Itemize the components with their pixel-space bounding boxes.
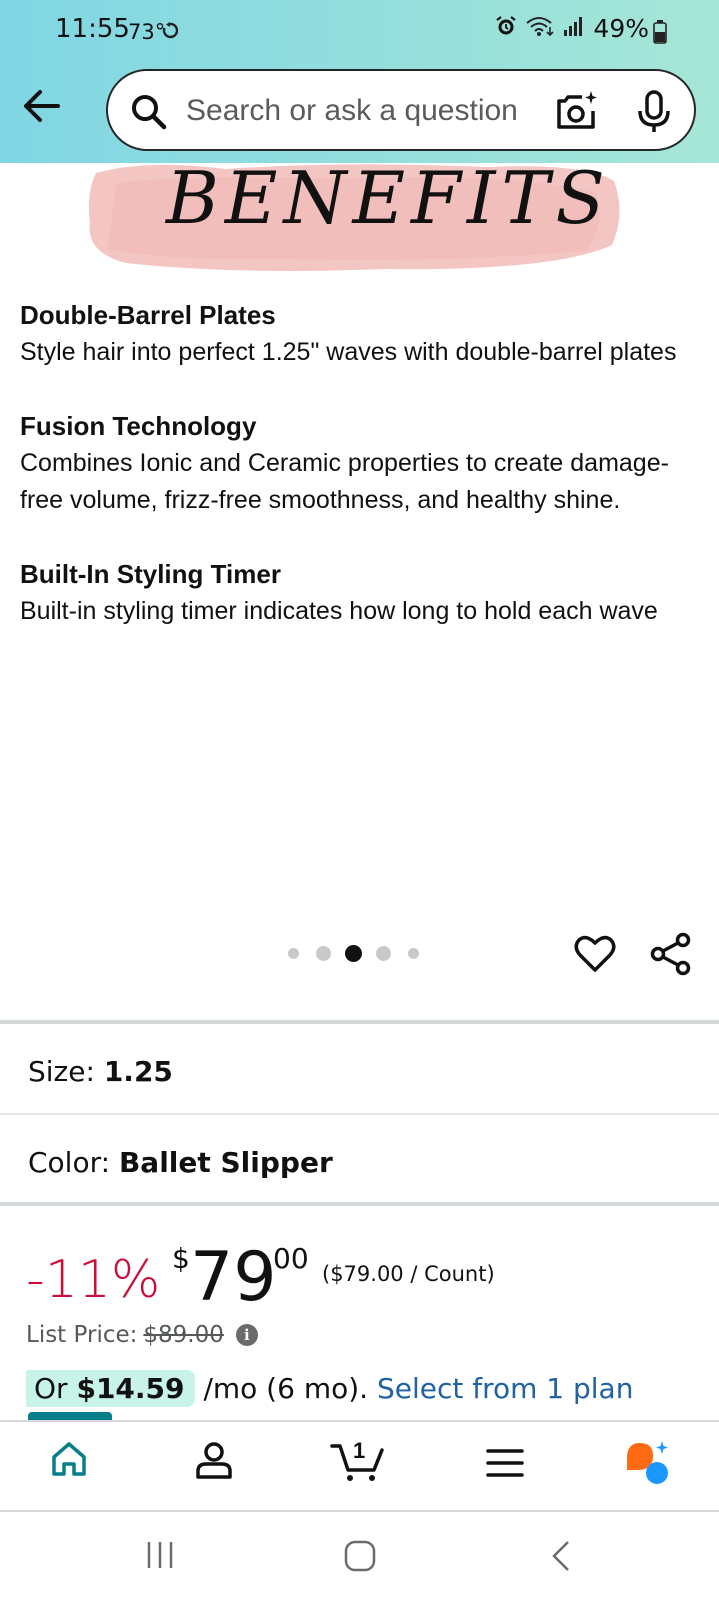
price-cents: 00 (273, 1242, 309, 1275)
discount-percent: -11% (26, 1250, 161, 1310)
carousel-dot[interactable] (316, 946, 331, 961)
color-selector[interactable]: Color: Ballet Slipper (28, 1146, 333, 1179)
payment-plan: Or $14.59 /mo (6 mo). Select from 1 plan (26, 1370, 634, 1407)
price-whole: 79 (190, 1238, 277, 1317)
menu-icon[interactable] (486, 1448, 524, 1483)
camera-search-icon[interactable] (554, 89, 600, 140)
home-icon[interactable] (50, 1440, 88, 1483)
recent-apps-icon[interactable] (145, 1540, 175, 1575)
search-input[interactable] (186, 91, 546, 131)
back-button[interactable] (18, 86, 66, 126)
divider (0, 1113, 719, 1115)
status-temperature: 73° (128, 20, 166, 44)
size-value: 1.25 (103, 1055, 173, 1088)
nav-active-indicator (28, 1412, 112, 1420)
rufus-ai-icon[interactable] (624, 1440, 672, 1491)
feature-title: Built-In Styling Timer (20, 559, 281, 589)
carousel-dot-active[interactable] (345, 945, 362, 962)
divider (0, 1020, 719, 1024)
list-price-label: List Price: (26, 1322, 138, 1348)
app-header: 11:55 73° 49% (0, 0, 719, 163)
search-icon (130, 93, 168, 136)
battery-percent: 49% (593, 14, 649, 43)
alarm-icon (495, 15, 517, 42)
feature-title: Fusion Technology (20, 411, 257, 441)
feature-section: Double-Barrel Plates Style hair into per… (20, 296, 710, 371)
color-label: Color: (28, 1146, 111, 1179)
product-description: Double-Barrel Plates Style hair into per… (20, 296, 710, 666)
image-carousel-indicator[interactable] (288, 944, 428, 964)
feature-body: Built-in styling timer indicates how lon… (20, 597, 658, 625)
share-icon[interactable] (650, 932, 692, 981)
price-currency: $ (172, 1242, 190, 1275)
size-label: Size: (28, 1055, 95, 1088)
carousel-dot[interactable] (288, 948, 299, 959)
carousel-dot[interactable] (408, 948, 419, 959)
list-price: List Price: $89.00 i (26, 1322, 258, 1348)
account-icon[interactable] (194, 1440, 234, 1485)
microphone-icon[interactable] (634, 89, 674, 140)
list-price-value: $89.00 (143, 1322, 224, 1348)
sync-icon (162, 22, 179, 45)
system-back-icon[interactable] (550, 1540, 572, 1577)
plan-highlight: Or $14.59 (26, 1370, 195, 1407)
unit-price: ($79.00 / Count) (322, 1262, 495, 1286)
wishlist-heart-icon[interactable] (574, 934, 616, 979)
battery-icon (653, 20, 667, 49)
status-time: 11:55 (55, 14, 130, 44)
wifi-icon (525, 15, 555, 42)
cart-icon[interactable]: 1 (330, 1432, 386, 1487)
plan-suffix: /mo (6 mo). (203, 1372, 369, 1405)
info-icon[interactable]: i (235, 1324, 258, 1346)
feature-title: Double-Barrel Plates (20, 300, 276, 330)
plan-monthly-amount: $14.59 (76, 1372, 185, 1405)
cart-count: 1 (353, 1438, 365, 1463)
feature-section: Built-In Styling Timer Built-in styling … (20, 555, 710, 630)
select-plan-link[interactable]: Select from 1 plan (377, 1372, 634, 1405)
feature-body: Combines Ionic and Ceramic properties to… (20, 449, 669, 514)
signal-icon (563, 15, 585, 42)
search-bar[interactable] (106, 69, 696, 151)
banner-text: BENEFITS (164, 163, 611, 240)
carousel-dot[interactable] (376, 946, 391, 961)
home-button-icon[interactable] (344, 1540, 376, 1577)
feature-section: Fusion Technology Combines Ionic and Cer… (20, 407, 710, 519)
size-selector[interactable]: Size: 1.25 (28, 1055, 173, 1088)
status-bar: 11:55 73° 49% (0, 0, 719, 62)
divider (0, 1202, 719, 1206)
feature-body: Style hair into perfect 1.25" waves with… (20, 338, 677, 366)
status-icons: 49% (495, 14, 649, 43)
benefits-banner-image: BENEFITS (86, 163, 628, 283)
color-value: Ballet Slipper (118, 1146, 333, 1179)
plan-prefix: Or (34, 1372, 68, 1405)
